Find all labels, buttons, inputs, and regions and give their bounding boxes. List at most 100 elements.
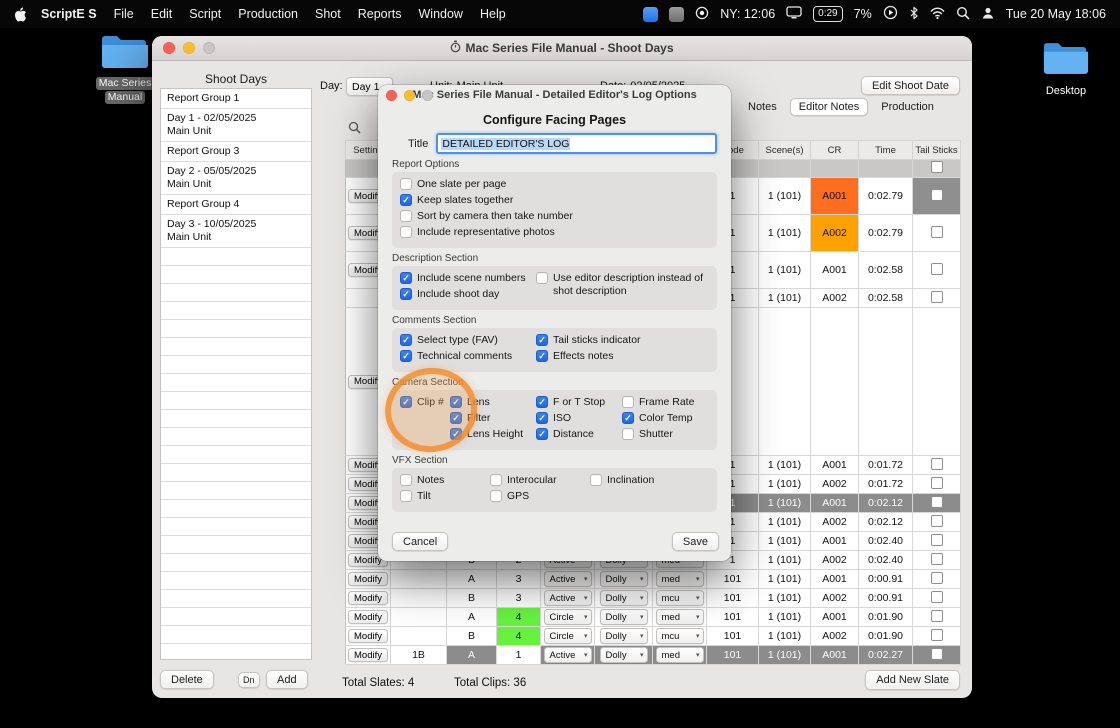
menu-production[interactable]: Production [238, 7, 298, 21]
delete-button[interactable]: Delete [160, 670, 214, 689]
menu-shot[interactable]: Shot [315, 7, 341, 21]
modify-button[interactable]: Modify [348, 648, 388, 662]
checkbox-frame-rate[interactable]: Frame Rate [622, 396, 702, 412]
checkbox-iso[interactable]: ISO [536, 412, 622, 428]
tail-sticks-checkbox[interactable] [930, 590, 943, 603]
dialog-titlebar[interactable]: Mac Series File Manual - Detailed Editor… [378, 85, 731, 105]
sidebar-empty-row[interactable] [161, 428, 311, 446]
checkbox-use-editor-description-instead-of-shot-description[interactable]: Use editor description instead of shot d… [536, 272, 706, 300]
checkbox-notes[interactable]: Notes [400, 474, 490, 490]
menu-window[interactable]: Window [419, 7, 463, 21]
size-dropdown[interactable]: mcu ▾ [655, 628, 704, 644]
checkbox-filter[interactable]: Filter [450, 412, 536, 428]
menu-scripte-s[interactable]: ScriptE S [41, 7, 97, 21]
sidebar-empty-row[interactable] [161, 482, 311, 500]
sidebar-empty-row[interactable] [161, 626, 311, 644]
move-dropdown[interactable]: Dolly▾ [599, 590, 648, 606]
tail-sticks-checkbox[interactable] [930, 609, 943, 622]
sidebar-empty-row[interactable] [161, 572, 311, 590]
sidebar-item-report-group-3[interactable]: Report Group 3 [161, 142, 311, 162]
status-dropdown[interactable]: Active▾ [543, 647, 592, 663]
size-dropdown[interactable]: med▾ [655, 647, 704, 663]
menu-edit[interactable]: Edit [151, 7, 173, 21]
tail-sticks-checkbox[interactable] [930, 495, 943, 508]
sidebar-empty-row[interactable] [161, 374, 311, 392]
status-dropdown[interactable]: Active▾ [543, 590, 592, 606]
tail-sticks-checkbox[interactable] [930, 628, 943, 641]
sidebar-empty-row[interactable] [161, 284, 311, 302]
sidebar-empty-row[interactable] [161, 302, 311, 320]
spotlight-icon[interactable] [956, 6, 970, 23]
blue-app-icon[interactable] [643, 6, 659, 22]
sidebar-empty-row[interactable] [161, 590, 311, 608]
sidebar-empty-row[interactable] [161, 554, 311, 572]
play-icon[interactable] [883, 5, 898, 23]
status-dropdown[interactable]: Circle ▾ [543, 628, 592, 644]
sidebar-empty-row[interactable] [161, 266, 311, 284]
tail-sticks-checkbox[interactable] [930, 533, 943, 546]
sidebar-empty-row[interactable] [161, 446, 311, 464]
window-titlebar[interactable]: Mac Series File Manual - Shoot Days [152, 36, 972, 61]
tail-sticks-checkbox[interactable] [930, 514, 943, 527]
sidebar-empty-row[interactable] [161, 536, 311, 554]
bluetooth-icon[interactable] [909, 6, 919, 23]
menu-reports[interactable]: Reports [358, 7, 402, 21]
modify-button[interactable]: Modify [348, 610, 388, 624]
tail-sticks-checkbox[interactable] [930, 290, 943, 303]
tail-sticks-checkbox[interactable] [930, 225, 943, 238]
apple-menu-icon[interactable] [14, 6, 27, 22]
sidebar-empty-row[interactable] [161, 356, 311, 374]
record-icon[interactable] [695, 6, 709, 23]
checkbox-distance[interactable]: Distance [536, 428, 622, 444]
move-dropdown[interactable]: Dolly▾ [599, 609, 648, 625]
tail-sticks-checkbox[interactable] [930, 188, 943, 201]
gray-app-icon[interactable] [669, 6, 685, 22]
sidebar-item-report-group-4[interactable]: Report Group 4 [161, 195, 311, 215]
checkbox-select-type-fav[interactable]: Select type (FAV) [400, 334, 536, 350]
menu-script[interactable]: Script [189, 7, 221, 21]
battery-percentage[interactable]: 7% [854, 7, 872, 21]
move-dropdown[interactable]: Dolly▾ [599, 628, 648, 644]
checkbox-color-temp[interactable]: Color Temp [622, 412, 702, 428]
tail-sticks-checkbox[interactable] [930, 476, 943, 489]
dn-button[interactable]: Dn [238, 672, 260, 688]
tab-editor-notes[interactable]: Editor Notes [789, 98, 869, 116]
search-icon[interactable] [348, 121, 361, 139]
modify-button[interactable]: Modify [348, 591, 388, 605]
checkbox-sort-by-camera-then-take-number[interactable]: Sort by camera then take number [400, 210, 700, 226]
checkbox-technical-comments[interactable]: Technical comments [400, 350, 536, 366]
tail-sticks-checkbox[interactable] [930, 262, 943, 275]
tail-sticks-checkbox[interactable] [930, 552, 943, 565]
add-new-slate-button[interactable]: Add New Slate [865, 670, 960, 690]
add-button[interactable]: Add [266, 670, 308, 689]
sidebar-empty-row[interactable] [161, 608, 311, 626]
sidebar-empty-row[interactable] [161, 410, 311, 428]
sidebar-item-day-2-05-05-2025[interactable]: Day 2 - 05/05/2025 Main Unit [161, 162, 311, 195]
checkbox-effects-notes[interactable]: Effects notes [536, 350, 706, 366]
checkbox-gps[interactable]: GPS [490, 490, 590, 506]
checkbox-keep-slates-together[interactable]: Keep slates together [400, 194, 700, 210]
status-dropdown[interactable]: Active▾ [543, 571, 592, 587]
ny-clock[interactable]: NY: 12:06 [720, 7, 775, 21]
menu-help[interactable]: Help [480, 7, 506, 21]
checkbox-include-scene-numbers[interactable]: Include scene numbers [400, 272, 536, 288]
sidebar-empty-row[interactable] [161, 518, 311, 536]
sidebar-empty-row[interactable] [161, 338, 311, 356]
sidebar-item-day-3-10-05-2025[interactable]: Day 3 - 10/05/2025 Main Unit [161, 215, 311, 248]
title-input[interactable]: DETAILED EDITOR'S LOG [436, 133, 717, 154]
sidebar-item-report-group-1[interactable]: Report Group 1 [161, 89, 311, 109]
checkbox-one-slate-per-page[interactable]: One slate per page [400, 178, 700, 194]
checkbox-lens[interactable]: Lens [450, 396, 536, 412]
checkbox-include-shoot-day[interactable]: Include shoot day [400, 288, 536, 304]
tail-sticks-checkbox[interactable] [930, 161, 943, 173]
zoom-button[interactable] [203, 42, 215, 54]
sidebar-empty-row[interactable] [161, 392, 311, 410]
modify-button[interactable]: Modify [348, 572, 388, 586]
display-icon[interactable] [786, 6, 802, 22]
status-dropdown[interactable]: Circle ▾ [543, 609, 592, 625]
checkbox-include-representative-photos[interactable]: Include representative photos [400, 226, 700, 242]
checkbox-f-or-t-stop[interactable]: F or T Stop [536, 396, 622, 412]
tail-sticks-checkbox[interactable] [930, 457, 943, 470]
checkbox-inclination[interactable]: Inclination [590, 474, 705, 490]
size-dropdown[interactable]: med▾ [655, 571, 704, 587]
